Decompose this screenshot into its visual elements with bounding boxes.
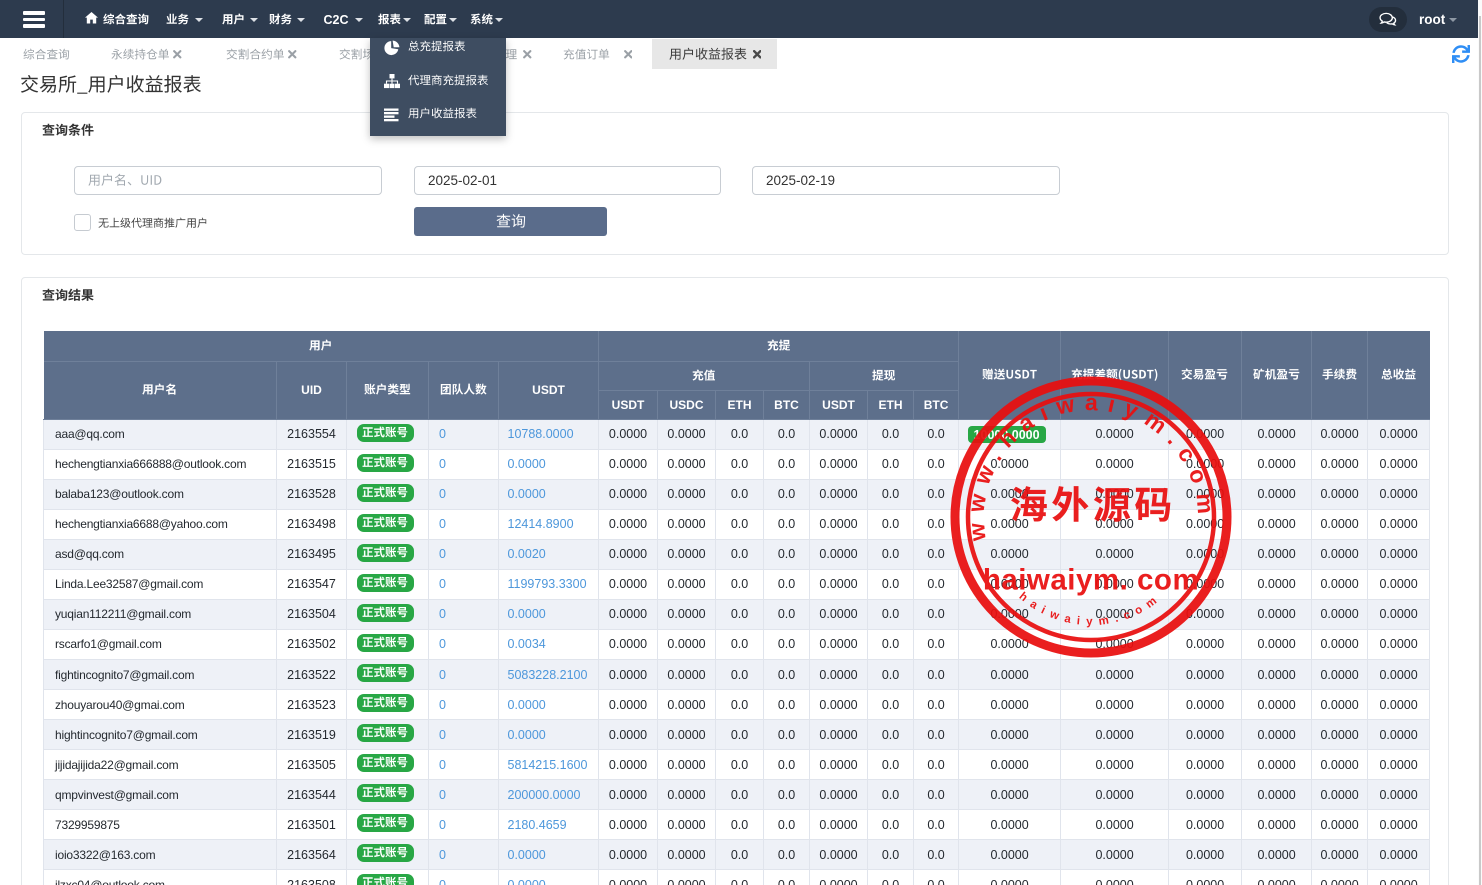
svg-text:haiwaiym. com: haiwaiym. com: [983, 563, 1199, 596]
